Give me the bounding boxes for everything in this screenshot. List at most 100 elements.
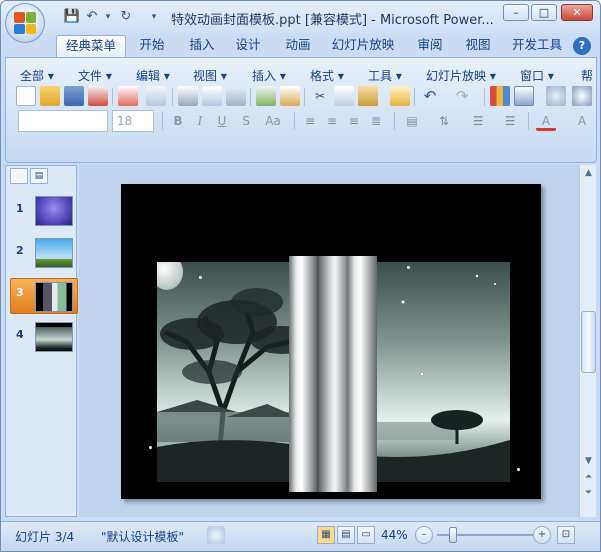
underline-button[interactable]: U <box>212 111 232 131</box>
research-icon[interactable] <box>280 86 300 106</box>
shadow-button[interactable]: S <box>236 111 256 131</box>
hyperlink-icon[interactable] <box>546 86 566 106</box>
cut-icon[interactable]: ✂ <box>310 86 330 106</box>
align-center-icon[interactable]: ≡ <box>322 111 342 131</box>
save-disk-icon[interactable] <box>64 86 84 106</box>
open-folder-icon[interactable] <box>40 86 60 106</box>
normal-view-icon[interactable]: ▦ <box>317 526 335 544</box>
outline-tab[interactable]: ▤ <box>30 168 48 184</box>
menu-view[interactable]: 视图 ▾ <box>193 67 227 84</box>
tab-slide-show[interactable]: 幻灯片放映 <box>327 35 399 57</box>
menu-all[interactable]: 全部 ▾ <box>20 67 54 84</box>
scroll-thumb[interactable] <box>581 311 596 373</box>
slide-thumbnail-2[interactable] <box>35 238 73 268</box>
grow-font-icon[interactable]: A <box>572 111 592 131</box>
slide-count: 幻灯片 3/4 <box>15 530 75 544</box>
print-icon[interactable] <box>178 86 198 106</box>
close-button[interactable]: ✕ <box>561 4 593 21</box>
current-slide[interactable] <box>121 184 541 499</box>
font-color-icon[interactable]: A <box>536 111 556 131</box>
font-name-combo[interactable] <box>18 110 108 132</box>
scroll-down-icon[interactable]: ▼ <box>581 455 596 467</box>
powerpoint-window: 💾 ↶ ▾ ↻ ▾ 特效动画封面模板.ppt [兼容模式] - Microsof… <box>0 0 601 552</box>
tab-review[interactable]: 审阅 <box>409 35 451 57</box>
slide-number: 4 <box>16 328 24 341</box>
tab-animations[interactable]: 动画 <box>277 35 319 57</box>
menu-slide-show[interactable]: 幻灯片放映 ▾ <box>426 67 496 84</box>
shutter-strip[interactable] <box>347 256 377 492</box>
maximize-button[interactable]: □ <box>531 4 557 21</box>
scroll-up-icon[interactable]: ▲ <box>581 167 596 179</box>
bullets-icon[interactable]: ☰ <box>500 111 520 131</box>
zoom-in-button[interactable]: + <box>533 526 551 544</box>
minimize-button[interactable]: – <box>503 4 529 21</box>
tab-design[interactable]: 设计 <box>227 35 269 57</box>
format-painter-icon[interactable] <box>390 86 410 106</box>
next-slide-icon[interactable]: ⏷ <box>581 487 596 499</box>
menu-file[interactable]: 文件 ▾ <box>78 67 112 84</box>
font-size-combo[interactable]: 18 <box>112 110 154 132</box>
tab-home[interactable]: 开始 <box>131 35 173 57</box>
new-document-icon[interactable] <box>16 86 36 106</box>
bold-button[interactable]: B <box>168 111 188 131</box>
slide-editing-area <box>79 165 579 517</box>
slides-tab[interactable] <box>10 168 28 184</box>
menu-help[interactable]: 帮 <box>581 67 593 84</box>
redo-icon[interactable]: ↻ <box>117 8 135 26</box>
undo-dropdown-icon[interactable]: ▾ <box>99 8 117 26</box>
slide-thumbnail-3[interactable] <box>35 282 73 312</box>
line-spacing-icon[interactable]: ⇅ <box>434 111 454 131</box>
zoom-icon[interactable] <box>572 86 592 106</box>
menu-tools[interactable]: 工具 ▾ <box>368 67 402 84</box>
toolbar-separator <box>484 88 485 106</box>
screen-icon[interactable] <box>226 86 246 106</box>
permission-icon[interactable] <box>88 86 108 106</box>
zoom-slider-thumb[interactable] <box>449 527 457 543</box>
italic-button[interactable]: I <box>190 111 210 131</box>
insert-chart-icon[interactable] <box>490 86 510 106</box>
star-sparkle <box>517 468 520 471</box>
office-button[interactable] <box>5 3 45 43</box>
fit-to-window-icon[interactable]: ⊡ <box>557 526 575 544</box>
menu-format[interactable]: 格式 ▾ <box>310 67 344 84</box>
attach-icon[interactable] <box>146 86 166 106</box>
ribbon-tabs: 经典菜单 开始 插入 设计 动画 幻灯片放映 审阅 视图 开发工具 ? <box>1 33 600 57</box>
align-left-icon[interactable]: ≡ <box>300 111 320 131</box>
menu-insert[interactable]: 插入 ▾ <box>252 67 286 84</box>
copy-icon[interactable] <box>334 86 354 106</box>
menu-edit[interactable]: 编辑 ▾ <box>136 67 170 84</box>
customize-qat-icon[interactable]: ▾ <box>145 8 163 26</box>
slide-sorter-icon[interactable]: ▤ <box>337 526 355 544</box>
paste-icon[interactable] <box>358 86 378 106</box>
vertical-scrollbar[interactable]: ▲ ▼ ⏶ ⏷ <box>579 165 596 517</box>
email-icon[interactable] <box>118 86 138 106</box>
previous-slide-icon[interactable]: ⏶ <box>581 471 596 483</box>
slide-thumbnail-1[interactable] <box>35 196 73 226</box>
office-logo-icon <box>14 12 36 34</box>
zoom-out-button[interactable]: – <box>415 526 433 544</box>
print-preview-icon[interactable] <box>202 86 222 106</box>
save-icon[interactable]: 💾 <box>63 8 81 26</box>
change-case-button[interactable]: Aa <box>260 111 286 131</box>
shutter-strip[interactable] <box>289 256 317 492</box>
insert-table-icon[interactable] <box>514 86 534 106</box>
title-bar: 💾 ↶ ▾ ↻ ▾ 特效动画封面模板.ppt [兼容模式] - Microsof… <box>1 1 600 33</box>
menu-window[interactable]: 窗口 ▾ <box>520 67 554 84</box>
help-icon[interactable]: ? <box>573 37 591 55</box>
slide-show-icon[interactable]: ▭ <box>357 526 375 544</box>
shutter-strip[interactable] <box>317 256 347 492</box>
tab-developer[interactable]: 开发工具 <box>507 35 567 57</box>
tab-view[interactable]: 视图 <box>457 35 499 57</box>
columns-icon[interactable]: ▤ <box>402 111 422 131</box>
undo-arrow-icon[interactable]: ↶ <box>420 86 440 106</box>
numbering-icon[interactable]: ☰ <box>468 111 488 131</box>
redo-arrow-icon[interactable]: ↷ <box>452 86 472 106</box>
toolbar-separator <box>304 88 305 106</box>
tab-insert[interactable]: 插入 <box>181 35 223 57</box>
spelling-icon[interactable] <box>256 86 276 106</box>
align-right-icon[interactable]: ≡ <box>344 111 364 131</box>
justify-icon[interactable]: ≣ <box>366 111 386 131</box>
spell-check-icon[interactable] <box>207 526 225 544</box>
slide-thumbnail-4[interactable] <box>35 322 73 352</box>
tab-classic-menu[interactable]: 经典菜单 <box>56 35 126 57</box>
